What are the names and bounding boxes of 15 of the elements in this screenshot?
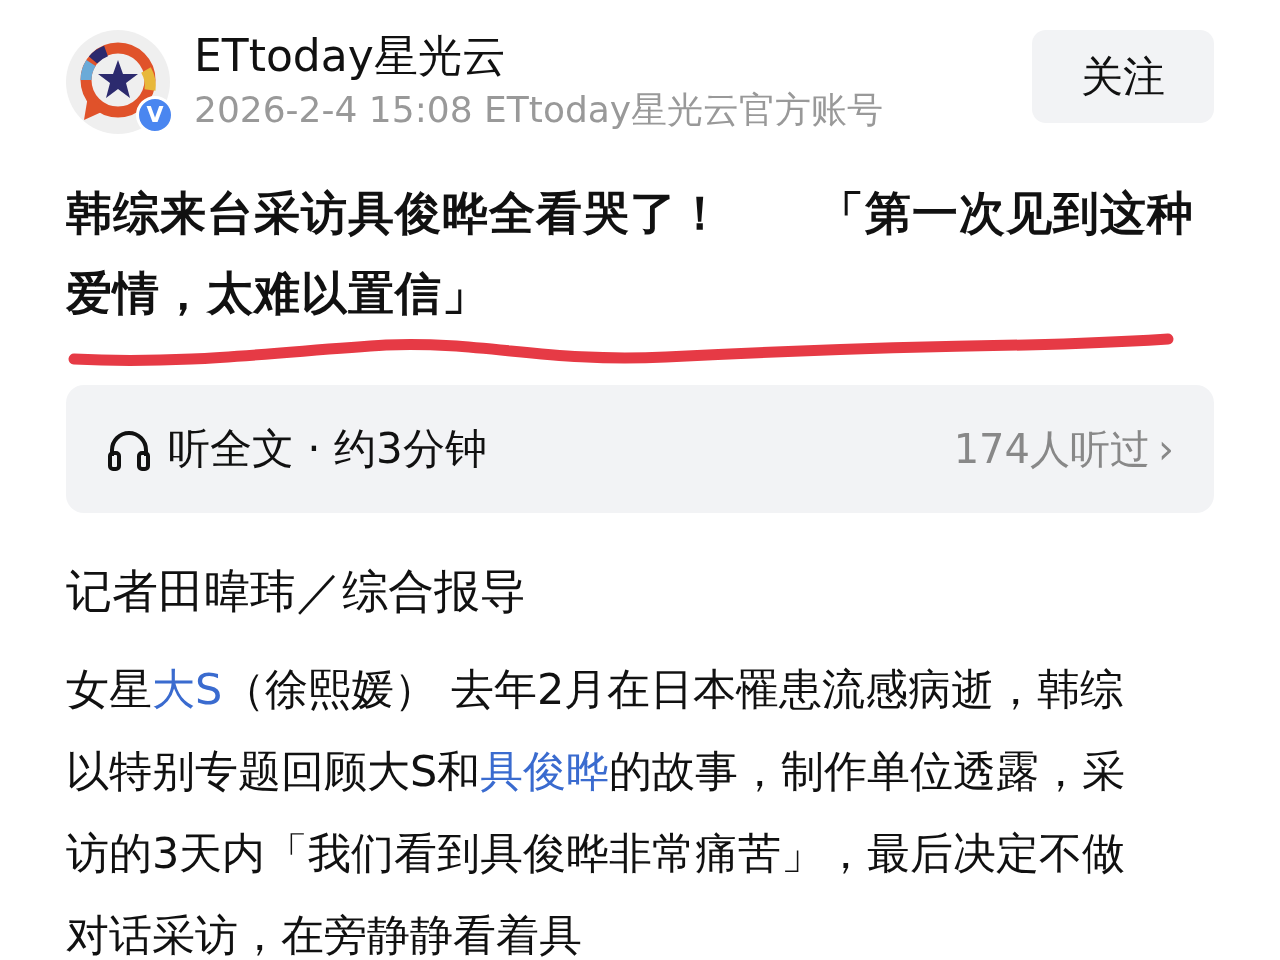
- post-time: 15:08: [368, 88, 473, 130]
- account-label: ETtoday星光云官方账号: [484, 88, 884, 130]
- name-link[interactable]: 具俊晔: [480, 745, 610, 796]
- article-paragraph: 女星大S（徐熙媛） 去年2月在日本罹患流感病逝，韩综以特别专题回顾大S和具俊晔的故事，制作单位透露，采访的3天内「我们看到具俊晔非常痛苦」，最后决定不做对话采访，在旁静静看着具: [66, 662, 1127, 960]
- author-name: ETtoday星光云: [194, 30, 507, 83]
- listener-count: 174人听过: [953, 424, 1150, 474]
- article-title: 韩综来台采访具俊晔全看哭了！ 「第一次见到这种爱情，太难以置信」: [66, 184, 1195, 322]
- logo-icon: [66, 30, 170, 134]
- post-date: 2026-2-4: [194, 88, 358, 130]
- follow-button[interactable]: 关注: [1032, 30, 1214, 123]
- verified-badge: V: [136, 96, 174, 134]
- listen-button[interactable]: 听全文 · 约3分钟: [168, 417, 487, 481]
- name-link[interactable]: 大S: [152, 663, 223, 714]
- chevron-icon[interactable]: ›: [1158, 418, 1174, 479]
- byline: 记者田暐玮／综合报导: [66, 562, 527, 620]
